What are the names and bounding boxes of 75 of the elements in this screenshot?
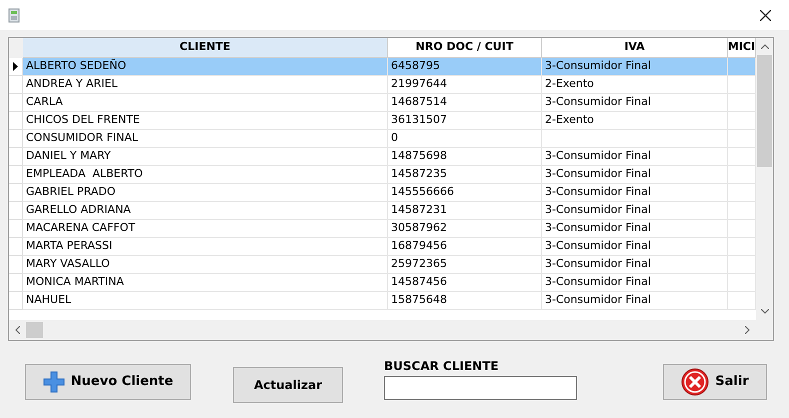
search-label: BUSCAR CLIENTE [384, 359, 500, 374]
new-client-button[interactable]: Nuevo Cliente [25, 364, 191, 400]
close-circle-icon [681, 368, 710, 396]
refresh-button[interactable]: Actualizar [233, 367, 343, 403]
table-cell: 3-Consumidor Final [542, 148, 728, 166]
table-cell: 36131507 [388, 112, 542, 130]
scroll-down-icon[interactable] [760, 309, 768, 314]
table-cell: 15875648 [388, 292, 542, 310]
app-icon [8, 8, 20, 22]
scroll-left-icon[interactable] [15, 326, 20, 334]
table-cell: 3-Consumidor Final [542, 274, 728, 292]
search-field[interactable] [384, 376, 577, 400]
table-cell: DANIEL Y MARY [23, 148, 388, 166]
column-header[interactable]: NRO DOC / CUIT [388, 38, 542, 58]
table-cell [728, 274, 756, 292]
table-cell: 3-Consumidor Final [542, 220, 728, 238]
table-cell [728, 58, 756, 76]
table-cell: 21997644 [388, 76, 542, 94]
table-cell [728, 148, 756, 166]
table-cell: CONSUMIDOR FINAL [23, 130, 388, 148]
table-cell: 3-Consumidor Final [542, 94, 728, 112]
table-cell: 3-Consumidor Final [542, 238, 728, 256]
table-cell: GARELLO ADRIANA [23, 202, 388, 220]
scroll-up-icon[interactable] [760, 44, 768, 49]
current-row-icon [13, 62, 18, 71]
table-cell [728, 220, 756, 238]
table-cell [728, 76, 756, 94]
table-cell [728, 238, 756, 256]
plus-icon [42, 371, 65, 393]
table-cell: 2-Exento [542, 112, 728, 130]
table-cell: 14587231 [388, 202, 542, 220]
table-cell: 3-Consumidor Final [542, 292, 728, 310]
table-cell: 14587456 [388, 274, 542, 292]
table-cell [728, 130, 756, 148]
close-icon[interactable] [760, 10, 771, 20]
table-cell: 3-Consumidor Final [542, 256, 728, 274]
column-header[interactable]: CLIENTE [23, 38, 388, 58]
scroll-thumb[interactable] [757, 55, 772, 167]
scroll-right-icon[interactable] [745, 326, 750, 334]
table-cell [728, 166, 756, 184]
table-cell: MARTA PERASSI [23, 238, 388, 256]
table-cell [728, 202, 756, 220]
table-cell: GABRIEL PRADO [23, 184, 388, 202]
row-header[interactable] [9, 58, 23, 76]
exit-button[interactable]: Salir [663, 364, 767, 400]
table-cell: CHICOS DEL FRENTE [23, 112, 388, 130]
table-cell: 16879456 [388, 238, 542, 256]
table-cell: EMPLEADA ALBERTO [23, 166, 388, 184]
table-cell: 0 [388, 130, 542, 148]
table-cell: 14875698 [388, 148, 542, 166]
table-cell: 2-Exento [542, 76, 728, 94]
table-cell: NAHUEL [23, 292, 388, 310]
table-cell: ANDREA Y ARIEL [23, 76, 388, 94]
table-cell: MACARENA CAFFOT [23, 220, 388, 238]
column-header[interactable]: IVA [542, 38, 728, 58]
table-cell: 25972365 [388, 256, 542, 274]
table-cell [728, 112, 756, 130]
table-cell: 3-Consumidor Final [542, 202, 728, 220]
table-cell: MARY VASALLO [23, 256, 388, 274]
table-cell: 14687514 [388, 94, 542, 112]
column-header[interactable]: MICI [728, 38, 756, 58]
table-cell: 3-Consumidor Final [542, 166, 728, 184]
table-cell: 30587962 [388, 220, 542, 238]
table-cell: 3-Consumidor Final [542, 184, 728, 202]
table-cell [728, 256, 756, 274]
scroll-thumb[interactable] [26, 322, 43, 338]
table-cell: CARLA [23, 94, 388, 112]
table-cell [728, 94, 756, 112]
table-cell: 145556666 [388, 184, 542, 202]
table-cell: 3-Consumidor Final [542, 58, 728, 76]
table-cell [728, 184, 756, 202]
table-cell: 14587235 [388, 166, 542, 184]
table-cell: MONICA MARTINA [23, 274, 388, 292]
table-cell: ALBERTO SEDEÑO [23, 58, 388, 76]
table-cell: 6458795 [388, 58, 542, 76]
